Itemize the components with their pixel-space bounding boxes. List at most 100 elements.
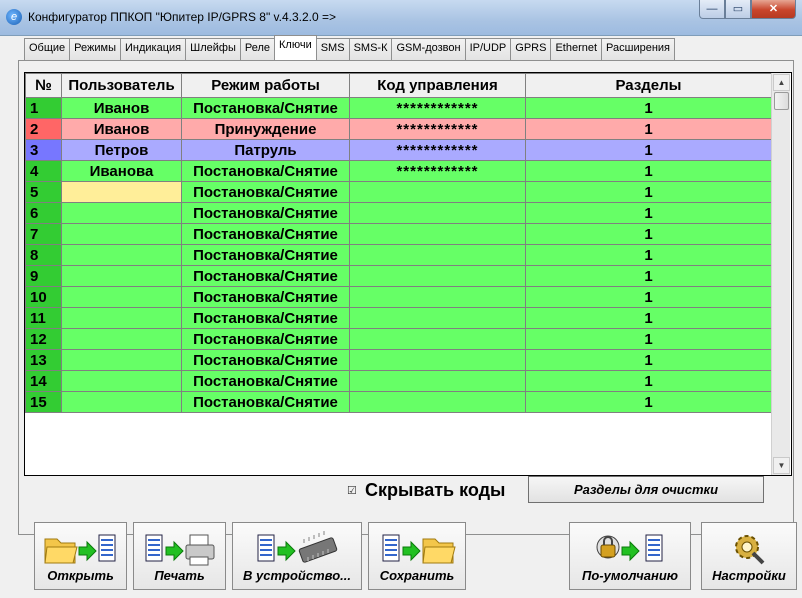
cell-sections[interactable]: 1 [525,139,772,161]
cell-code[interactable] [349,202,526,224]
cell-user[interactable] [61,181,182,203]
tab-loops[interactable]: Шлейфы [185,38,241,60]
table-row[interactable]: 7 Постановка/Снятие 1 [25,223,772,245]
cell-user[interactable] [61,223,182,245]
tab-general[interactable]: Общие [24,38,71,60]
cell-sections[interactable]: 1 [525,391,772,413]
cell-mode[interactable]: Постановка/Снятие [181,181,350,203]
table-row[interactable]: 6 Постановка/Снятие 1 [25,202,772,224]
minimize-button[interactable]: — [699,0,725,19]
table-row[interactable]: 8 Постановка/Снятие 1 [25,244,772,266]
cell-sections[interactable]: 1 [525,181,772,203]
table-row[interactable]: 4 Иванова Постановка/Снятие ************ 1 [25,160,772,182]
cell-user[interactable] [61,244,182,266]
table-row[interactable]: 3 Петров Патруль ************ 1 [25,139,772,161]
cell-mode[interactable]: Постановка/Снятие [181,265,350,287]
cell-sections[interactable]: 1 [525,244,772,266]
maximize-button[interactable]: ▭ [725,0,751,19]
cell-user[interactable]: Петров [61,139,182,161]
cell-code[interactable] [349,391,526,413]
tab-ethernet[interactable]: Ethernet [550,38,603,60]
cell-code[interactable] [349,328,526,350]
cell-user[interactable] [61,370,182,392]
table-row[interactable]: 11 Постановка/Снятие 1 [25,307,772,329]
cell-code[interactable]: ************ [349,97,526,119]
hide-codes-option[interactable]: ☑ Скрывать коды [347,480,505,501]
tab-indication[interactable]: Индикация [120,38,187,60]
table-row[interactable]: 14 Постановка/Снятие 1 [25,370,772,392]
tab-extensions[interactable]: Расширения [601,38,676,60]
cell-code[interactable]: ************ [349,160,526,182]
cell-code[interactable] [349,265,526,287]
table-row[interactable]: 10 Постановка/Снятие 1 [25,286,772,308]
table-row[interactable]: 9 Постановка/Снятие 1 [25,265,772,287]
table-row[interactable]: 13 Постановка/Снятие 1 [25,349,772,371]
tab-gprs[interactable]: GPRS [510,38,552,60]
cell-code[interactable] [349,286,526,308]
cell-mode[interactable]: Постановка/Снятие [181,328,350,350]
tab-modes[interactable]: Режимы [69,38,121,60]
clear-sections-button[interactable]: Разделы для очистки [528,476,764,503]
tab-ip-udp[interactable]: IP/UDP [464,38,512,60]
tab-relays[interactable]: Реле [239,38,275,60]
cell-code[interactable] [349,244,526,266]
cell-mode[interactable]: Принуждение [181,118,350,140]
cell-mode[interactable]: Постановка/Снятие [181,223,350,245]
table-row[interactable]: 12 Постановка/Снятие 1 [25,328,772,350]
defaults-button[interactable]: По-умолчанию [569,522,691,590]
open-button[interactable]: Открыть [34,522,127,590]
scroll-up-icon[interactable]: ▲ [773,74,790,91]
cell-user[interactable] [61,307,182,329]
print-button[interactable]: Печать [133,522,226,590]
cell-mode[interactable]: Постановка/Снятие [181,307,350,329]
to-device-button[interactable]: В устройство... [232,522,362,590]
cell-code[interactable] [349,307,526,329]
cell-user[interactable] [61,328,182,350]
cell-mode[interactable]: Постановка/Снятие [181,349,350,371]
table-row[interactable]: 1 Иванов Постановка/Снятие ************ 1 [25,97,772,119]
grid-scrollbar[interactable]: ▲ ▼ [771,73,790,475]
cell-sections[interactable]: 1 [525,202,772,224]
table-row[interactable]: 5 Постановка/Снятие 1 [25,181,772,203]
cell-code[interactable] [349,181,526,203]
cell-sections[interactable]: 1 [525,97,772,119]
cell-mode[interactable]: Постановка/Снятие [181,160,350,182]
cell-user[interactable]: Иванова [61,160,182,182]
cell-user[interactable] [61,391,182,413]
cell-code[interactable] [349,223,526,245]
close-button[interactable]: ✕ [751,0,796,19]
cell-user[interactable] [61,349,182,371]
cell-sections[interactable]: 1 [525,307,772,329]
cell-user[interactable] [61,202,182,224]
tab-gsm-dial[interactable]: GSM-дозвон [391,38,466,60]
cell-code[interactable]: ************ [349,139,526,161]
cell-mode[interactable]: Постановка/Снятие [181,97,350,119]
table-row[interactable]: 2 Иванов Принуждение ************ 1 [25,118,772,140]
hide-codes-checkbox[interactable]: ☑ [347,484,359,497]
table-row[interactable]: 15 Постановка/Снятие 1 [25,391,772,413]
cell-user[interactable]: Иванов [61,118,182,140]
hide-codes-label[interactable]: Скрывать коды [365,480,505,501]
cell-mode[interactable]: Патруль [181,139,350,161]
scroll-down-icon[interactable]: ▼ [773,457,790,474]
tab-sms-k[interactable]: SMS-К [348,38,393,60]
cell-mode[interactable]: Постановка/Снятие [181,244,350,266]
cell-user[interactable] [61,286,182,308]
cell-mode[interactable]: Постановка/Снятие [181,370,350,392]
cell-sections[interactable]: 1 [525,370,772,392]
cell-sections[interactable]: 1 [525,223,772,245]
settings-button[interactable]: Настройки [701,522,797,590]
cell-user[interactable] [61,265,182,287]
cell-sections[interactable]: 1 [525,286,772,308]
tab-sms[interactable]: SMS [315,38,350,60]
cell-sections[interactable]: 1 [525,265,772,287]
cell-sections[interactable]: 1 [525,328,772,350]
cell-code[interactable] [349,349,526,371]
scroll-thumb[interactable] [774,92,789,110]
cell-sections[interactable]: 1 [525,160,772,182]
cell-mode[interactable]: Постановка/Снятие [181,202,350,224]
cell-user[interactable]: Иванов [61,97,182,119]
cell-mode[interactable]: Постановка/Снятие [181,391,350,413]
cell-sections[interactable]: 1 [525,118,772,140]
tab-keys[interactable]: Ключи [274,35,317,60]
